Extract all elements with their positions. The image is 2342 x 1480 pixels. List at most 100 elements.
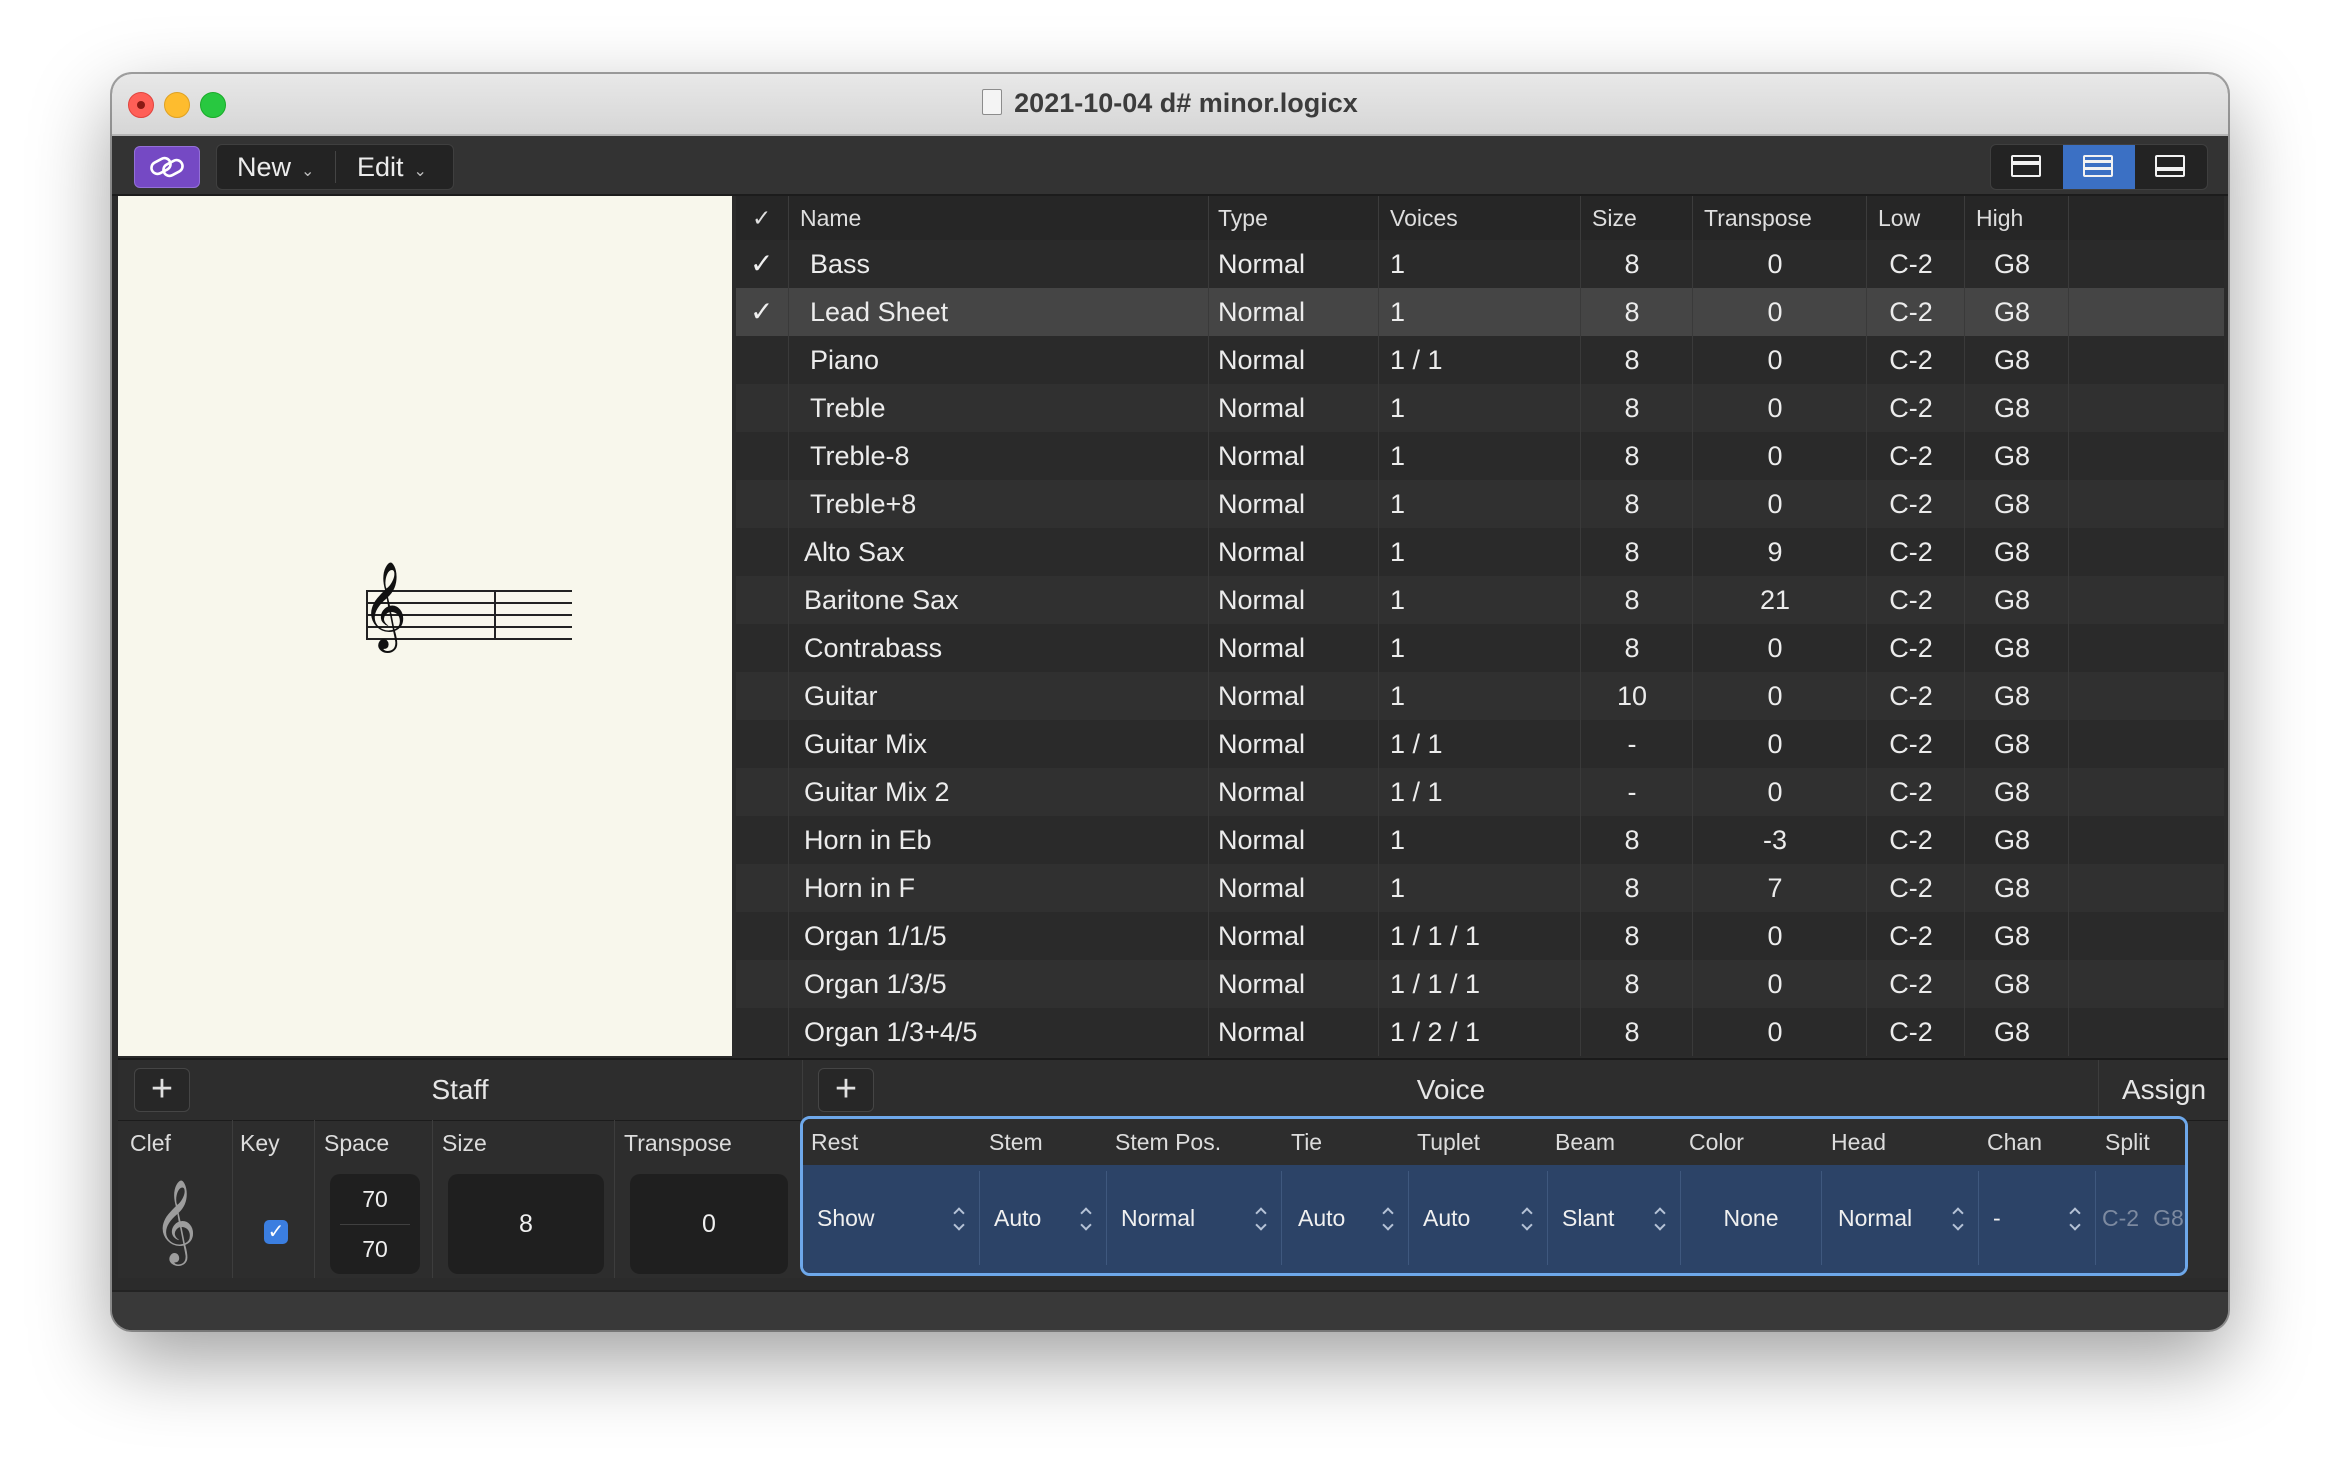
edit-menu-button[interactable]: Edit ⌄	[357, 145, 427, 189]
row-high: G8	[1993, 969, 2031, 999]
header-voices[interactable]: Voices	[1390, 196, 1458, 240]
status-bar	[112, 1290, 2228, 1330]
link-button[interactable]	[134, 146, 200, 188]
row-high: G8	[1993, 537, 2031, 567]
voice-controls-row: Show Auto Normal Auto Auto Slant None No…	[803, 1165, 2185, 1273]
tie-popup[interactable]: Auto	[1282, 1171, 1409, 1265]
row-transpose: 0	[1767, 297, 1783, 327]
view-mode-list-button[interactable]	[2063, 145, 2135, 189]
voice-section-title: Voice	[1416, 1074, 1486, 1105]
header-name[interactable]: Name	[800, 196, 861, 240]
row-divider	[1208, 720, 1209, 768]
row-high: G8	[1993, 345, 2031, 375]
list-row[interactable]: Treble+8 Normal 1 8 0 C-2 G8	[736, 480, 2224, 528]
list-row[interactable]: Treble-8 Normal 1 8 0 C-2 G8	[736, 432, 2224, 480]
list-row[interactable]: ✓ Lead Sheet Normal 1 8 0 C-2 G8	[736, 288, 2224, 336]
column-divider	[614, 1120, 615, 1278]
row-divider	[788, 816, 789, 864]
header-high[interactable]: High	[1976, 196, 2023, 240]
row-divider	[1964, 336, 1965, 384]
row-divider	[2068, 528, 2069, 576]
stem-popup[interactable]: Auto	[980, 1171, 1107, 1265]
header-size[interactable]: Size	[1592, 196, 1637, 240]
chan-popup[interactable]: -	[1979, 1171, 2096, 1265]
row-checkmark[interactable]: ✓	[750, 240, 776, 288]
row-high: G8	[1993, 921, 2031, 951]
list-row[interactable]: Contrabass Normal 1 8 0 C-2 G8	[736, 624, 2224, 672]
head-popup[interactable]: Normal	[1822, 1171, 1979, 1265]
list-row[interactable]: Organ 1/3/5 Normal 1 / 1 / 1 8 0 C-2 G8	[736, 960, 2224, 1008]
list-row[interactable]: Horn in F Normal 1 8 7 C-2 G8	[736, 864, 2224, 912]
list-row[interactable]: Organ 1/3+4/5 Normal 1 / 2 / 1 8 0 C-2 G8	[736, 1008, 2224, 1056]
row-size: 8	[1624, 969, 1640, 999]
row-divider	[788, 384, 789, 432]
split-field[interactable]: C-2 G8	[2096, 1171, 2185, 1265]
space-below-value[interactable]: 70	[330, 1236, 420, 1263]
beam-popup[interactable]: Slant	[1548, 1171, 1681, 1265]
header-type[interactable]: Type	[1218, 196, 1268, 240]
view-mode-bottom-button[interactable]	[2135, 145, 2207, 189]
list-row[interactable]: Treble Normal 1 8 0 C-2 G8	[736, 384, 2224, 432]
list-row[interactable]: Baritone Sax Normal 1 8 21 C-2 G8	[736, 576, 2224, 624]
row-divider	[1692, 960, 1693, 1008]
space-stepper[interactable]: 70 70	[330, 1174, 420, 1274]
header-transpose[interactable]: Transpose	[1704, 196, 1812, 240]
column-divider	[314, 1120, 315, 1278]
row-type: Normal	[1218, 537, 1306, 567]
chevron-down-icon: ⌄	[413, 163, 427, 180]
stem-pos-popup[interactable]: Normal	[1107, 1171, 1282, 1265]
row-type: Normal	[1218, 873, 1306, 903]
tuplet-popup[interactable]: Auto	[1409, 1171, 1548, 1265]
row-divider	[1692, 432, 1693, 480]
list-row[interactable]: Guitar Normal 1 10 0 C-2 G8	[736, 672, 2224, 720]
clef-selector-icon[interactable]: 𝄞	[154, 1178, 197, 1264]
tie-value: Auto	[1298, 1205, 1346, 1231]
row-transpose: 9	[1767, 537, 1783, 567]
row-divider	[1964, 480, 1965, 528]
list-row[interactable]: Guitar Mix 2 Normal 1 / 1 - 0 C-2 G8	[736, 768, 2224, 816]
column-divider	[232, 1120, 233, 1278]
list-row[interactable]: Piano Normal 1 / 1 8 0 C-2 G8	[736, 336, 2224, 384]
row-checkmark[interactable]: ✓	[750, 288, 776, 336]
row-divider	[2068, 384, 2069, 432]
key-checkbox[interactable]: ✓	[264, 1220, 288, 1244]
size-field[interactable]: 8	[448, 1174, 604, 1274]
list-row[interactable]: Horn in Eb Normal 1 8 -3 C-2 G8	[736, 816, 2224, 864]
space-above-value[interactable]: 70	[330, 1186, 420, 1213]
color-button[interactable]: None	[1681, 1171, 1822, 1265]
rest-popup[interactable]: Show	[803, 1171, 980, 1265]
row-low: C-2	[1889, 873, 1933, 903]
transpose-field[interactable]: 0	[630, 1174, 788, 1274]
header-divider	[788, 196, 789, 240]
row-name: Guitar Mix	[804, 729, 928, 759]
row-name: Alto Sax	[804, 537, 905, 567]
row-divider	[2068, 432, 2069, 480]
row-transpose: 0	[1767, 489, 1783, 519]
row-divider	[1208, 864, 1209, 912]
row-divider	[1580, 912, 1581, 960]
list-row[interactable]: Alto Sax Normal 1 8 9 C-2 G8	[736, 528, 2224, 576]
row-size: 8	[1624, 441, 1640, 471]
bottom-inspector: + Staff + Voice Assign Clef Key Space Si…	[118, 1058, 2228, 1278]
row-divider	[1378, 432, 1379, 480]
list-row[interactable]: Guitar Mix Normal 1 / 1 - 0 C-2 G8	[736, 720, 2224, 768]
row-high: G8	[1993, 681, 2031, 711]
view-mode-single-button[interactable]	[1991, 145, 2063, 189]
row-divider	[1692, 528, 1693, 576]
stem-pos-value: Normal	[1121, 1205, 1196, 1231]
row-divider	[1378, 624, 1379, 672]
row-divider	[1866, 720, 1867, 768]
treble-clef-icon: 𝄞	[362, 560, 407, 649]
row-divider	[1580, 1008, 1581, 1056]
list-row[interactable]: ✓ Bass Normal 1 8 0 C-2 G8	[736, 240, 2224, 288]
row-size: 8	[1624, 249, 1640, 279]
row-transpose: 0	[1767, 249, 1783, 279]
row-divider	[2068, 672, 2069, 720]
row-divider	[1866, 960, 1867, 1008]
up-down-chevron-icon	[2069, 1207, 2083, 1231]
header-low[interactable]: Low	[1878, 196, 1920, 240]
new-menu-button[interactable]: New ⌄	[237, 145, 314, 189]
header-check[interactable]: ✓	[752, 196, 771, 240]
list-row[interactable]: Organ 1/1/5 Normal 1 / 1 / 1 8 0 C-2 G8	[736, 912, 2224, 960]
row-voices: 1	[1390, 825, 1406, 855]
